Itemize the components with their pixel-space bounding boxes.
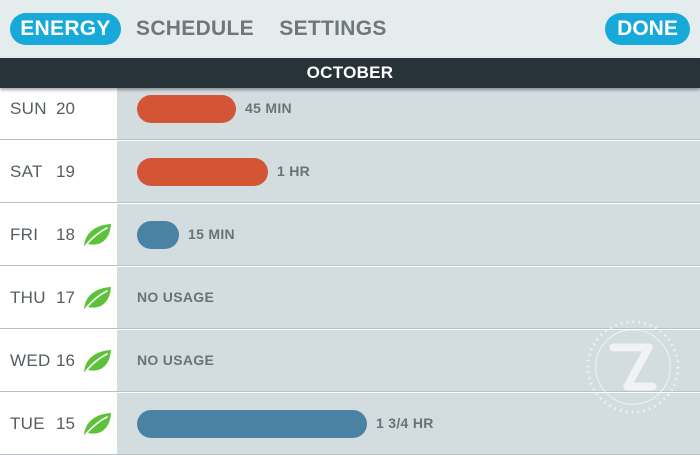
day-label-cell: FRI 18 xyxy=(0,204,117,266)
day-date: 17 xyxy=(56,288,75,307)
leaf-icon xyxy=(84,350,111,372)
day-label-cell: TUE 15 xyxy=(0,393,117,455)
row-divider xyxy=(0,202,700,203)
tab-schedule[interactable]: SCHEDULE xyxy=(134,13,256,45)
row-divider xyxy=(0,139,700,140)
day-of-week: SAT xyxy=(10,162,43,181)
leaf-icon xyxy=(84,287,111,309)
day-date: 15 xyxy=(56,414,75,433)
tab-settings[interactable]: SETTINGS xyxy=(278,13,388,45)
day-of-week: TUE xyxy=(10,414,45,433)
usage-track: 15 MIN xyxy=(117,204,700,266)
usage-label: 1 3/4 HR xyxy=(376,415,434,431)
leaf-icon xyxy=(84,413,111,435)
day-label-cell: WED 16 xyxy=(0,330,117,392)
usage-bar xyxy=(137,95,236,123)
day-date: 16 xyxy=(56,351,75,370)
row-divider xyxy=(0,265,700,266)
usage-label: 15 MIN xyxy=(188,226,235,242)
usage-label: NO USAGE xyxy=(137,289,215,305)
day-of-week: WED xyxy=(10,351,51,370)
usage-bar xyxy=(137,158,268,186)
usage-track: 1 HR xyxy=(117,141,700,203)
day-date: 18 xyxy=(56,225,75,244)
day-label-cell: THU 17 xyxy=(0,267,117,329)
day-of-week: THU xyxy=(10,288,46,307)
usage-label: NO USAGE xyxy=(137,352,215,368)
usage-label: 1 HR xyxy=(277,163,311,179)
usage-label: 45 MIN xyxy=(245,100,292,116)
day-row[interactable]: SAT 19 1 HR xyxy=(0,141,700,203)
day-of-week: FRI xyxy=(10,225,39,244)
leaf-icon xyxy=(84,224,111,246)
day-date: 19 xyxy=(56,162,75,181)
watermark-logo xyxy=(586,320,680,414)
top-navigation-bar: ENERGY SCHEDULE SETTINGS DONE xyxy=(0,0,700,58)
usage-bar xyxy=(137,410,367,438)
usage-bar xyxy=(137,221,179,249)
day-label-cell: SAT 19 xyxy=(0,141,117,203)
day-row[interactable]: FRI 18 15 MIN xyxy=(0,204,700,266)
tab-energy[interactable]: ENERGY xyxy=(10,13,121,45)
month-header: OCTOBER xyxy=(0,58,700,88)
done-button[interactable]: DONE xyxy=(605,13,690,45)
